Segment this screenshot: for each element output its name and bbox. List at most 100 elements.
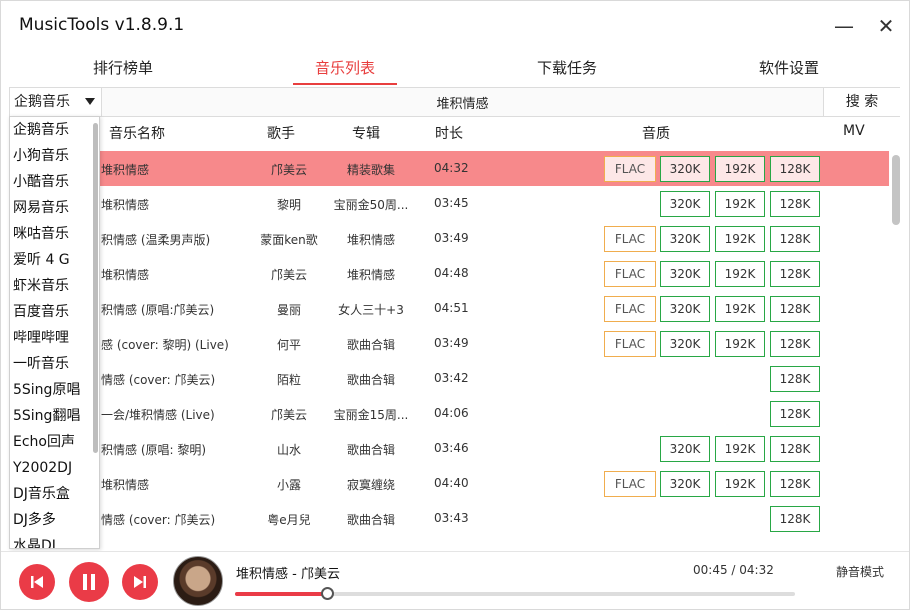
dropdown-option[interactable]: 百度音乐 — [10, 299, 99, 325]
dropdown-option[interactable]: 企鹅音乐 — [10, 117, 99, 143]
dropdown-option[interactable]: 网易音乐 — [10, 195, 99, 221]
quality-flac-button[interactable]: FLAC — [604, 261, 656, 287]
tab-charts[interactable]: 排行榜单 — [63, 53, 183, 85]
previous-button[interactable] — [19, 564, 55, 600]
quality-320k-button[interactable]: 320K — [660, 331, 710, 357]
quality-192k-button[interactable]: 192K — [715, 156, 765, 182]
mute-mode-toggle[interactable]: 静音模式 — [836, 563, 884, 580]
quality-320k-button[interactable]: 320K — [660, 226, 710, 252]
tab-settings[interactable]: 软件设置 — [729, 53, 849, 85]
playback-time: 00:45 / 04:32 — [693, 563, 774, 577]
minimize-icon[interactable]: — — [831, 13, 857, 39]
table-row[interactable]: 堆积情感邝美云精装歌集04:32FLAC320K192K128K — [9, 151, 889, 186]
quality-192k-button[interactable]: 192K — [715, 226, 765, 252]
search-input[interactable] — [103, 88, 822, 116]
song-album: 宝丽金50周... — [327, 196, 415, 213]
quality-128k-button[interactable]: 128K — [770, 296, 820, 322]
quality-flac-button[interactable]: FLAC — [604, 156, 656, 182]
song-duration: 04:06 — [434, 406, 478, 420]
pause-button[interactable] — [69, 562, 109, 602]
dropdown-option[interactable]: Echo回声 — [10, 429, 99, 455]
quality-320k-button[interactable]: 320K — [660, 261, 710, 287]
song-singer: 黎明 — [245, 196, 333, 213]
quality-320k-button[interactable]: 320K — [660, 436, 710, 462]
quality-flac-button[interactable]: FLAC — [604, 226, 656, 252]
dropdown-option[interactable]: 水晶DJ — [10, 533, 99, 549]
quality-192k-button[interactable]: 192K — [715, 261, 765, 287]
quality-128k-button[interactable]: 128K — [770, 331, 820, 357]
table-row[interactable]: 堆积情感邝美云堆积情感04:48FLAC320K192K128K — [9, 256, 889, 291]
quality-flac-button[interactable]: FLAC — [604, 331, 656, 357]
dropdown-option[interactable]: 小酷音乐 — [10, 169, 99, 195]
quality-192k-button[interactable]: 192K — [715, 471, 765, 497]
player-bar: 堆积情感 - 邝美云 00:45 / 04:32 静音模式 — [1, 551, 909, 609]
tab-downloads[interactable]: 下载任务 — [507, 53, 627, 85]
quality-192k-button[interactable]: 192K — [715, 296, 765, 322]
table-row[interactable]: 一会/堆积情感 (Live)邝美云宝丽金15周...04:06128K — [9, 396, 889, 431]
quality-128k-button[interactable]: 128K — [770, 261, 820, 287]
dropdown-option[interactable]: 爱听 4 G — [10, 247, 99, 273]
table-header: 音乐名称 歌手 专辑 时长 音质 MV — [9, 117, 889, 149]
quality-128k-button[interactable]: 128K — [770, 366, 820, 392]
dropdown-option[interactable]: 咪咕音乐 — [10, 221, 99, 247]
song-singer: 小露 — [245, 476, 333, 493]
dropdown-option[interactable]: 一听音乐 — [10, 351, 99, 377]
dropdown-option[interactable]: 哔哩哔哩 — [10, 325, 99, 351]
source-select[interactable]: 企鹅音乐 — [10, 88, 102, 116]
quality-320k-button[interactable]: 320K — [660, 471, 710, 497]
table-row[interactable]: 积情感 (原唱:邝美云)曼丽女人三十+304:51FLAC320K192K128… — [9, 291, 889, 326]
song-singer: 邝美云 — [245, 266, 333, 283]
progress-handle[interactable] — [321, 587, 334, 600]
quality-flac-button[interactable]: FLAC — [604, 296, 656, 322]
song-album: 精装歌集 — [327, 161, 415, 178]
dropdown-option[interactable]: 虾米音乐 — [10, 273, 99, 299]
song-name: 积情感 (温柔男声版) — [101, 231, 251, 248]
quality-128k-button[interactable]: 128K — [770, 506, 820, 532]
song-name: 堆积情感 — [101, 476, 251, 493]
search-button[interactable]: 搜 索 — [823, 88, 900, 116]
quality-128k-button[interactable]: 128K — [770, 471, 820, 497]
quality-128k-button[interactable]: 128K — [770, 191, 820, 217]
tab-music-list[interactable]: 音乐列表 — [293, 53, 397, 85]
table-row[interactable]: 情感 (cover: 邝美云)陌粒歌曲合辑03:42128K — [9, 361, 889, 396]
quality-320k-button[interactable]: 320K — [660, 191, 710, 217]
song-name: 一会/堆积情感 (Live) — [101, 406, 251, 423]
dropdown-option[interactable]: DJ多多 — [10, 507, 99, 533]
song-duration: 04:48 — [434, 266, 478, 280]
quality-128k-button[interactable]: 128K — [770, 226, 820, 252]
table-row[interactable]: 情感 (cover: 邝美云)粤e月兒歌曲合辑03:43128K — [9, 501, 889, 536]
table-scrollbar-thumb[interactable] — [892, 155, 900, 225]
quality-192k-button[interactable]: 192K — [715, 331, 765, 357]
song-singer: 陌粒 — [245, 371, 333, 388]
quality-192k-button[interactable]: 192K — [715, 191, 765, 217]
close-icon[interactable]: ✕ — [873, 13, 899, 39]
table-row[interactable]: 堆积情感黎明宝丽金50周...03:45320K192K128K — [9, 186, 889, 221]
album-cover — [173, 556, 223, 606]
progress-bar[interactable] — [235, 592, 795, 596]
next-button[interactable] — [122, 564, 158, 600]
dropdown-option[interactable]: DJ音乐盒 — [10, 481, 99, 507]
table-row[interactable]: 积情感 (原唱: 黎明)山水歌曲合辑03:46320K192K128K — [9, 431, 889, 466]
quality-192k-button[interactable]: 192K — [715, 436, 765, 462]
search-toolbar: 企鹅音乐 搜 索 — [9, 87, 900, 117]
pause-icon — [69, 562, 109, 602]
quality-128k-button[interactable]: 128K — [770, 401, 820, 427]
table-scrollbar[interactable] — [892, 151, 900, 543]
table-row[interactable]: 堆积情感小露寂寞缠绕04:40FLAC320K192K128K — [9, 466, 889, 501]
quality-320k-button[interactable]: 320K — [660, 156, 710, 182]
table-row[interactable]: 感 (cover: 黎明) (Live)何平歌曲合辑03:49FLAC320K1… — [9, 326, 889, 361]
dropdown-option[interactable]: Y2002DJ — [10, 455, 99, 481]
dropdown-option[interactable]: 小狗音乐 — [10, 143, 99, 169]
song-table: 音乐名称 歌手 专辑 时长 音质 MV 堆积情感邝美云精装歌集04:32FLAC… — [9, 117, 889, 549]
song-duration: 03:49 — [434, 336, 478, 350]
table-row[interactable]: 积情感 (温柔男声版)蒙面ken歌堆积情感03:49FLAC320K192K12… — [9, 221, 889, 256]
song-album: 歌曲合辑 — [327, 371, 415, 388]
song-album: 堆积情感 — [327, 231, 415, 248]
source-dropdown-list: 企鹅音乐小狗音乐小酷音乐网易音乐咪咕音乐爱听 4 G虾米音乐百度音乐哔哩哔哩一听… — [9, 116, 100, 549]
quality-flac-button[interactable]: FLAC — [604, 471, 656, 497]
dropdown-option[interactable]: 5Sing原唱 — [10, 377, 99, 403]
quality-128k-button[interactable]: 128K — [770, 156, 820, 182]
quality-128k-button[interactable]: 128K — [770, 436, 820, 462]
dropdown-option[interactable]: 5Sing翻唱 — [10, 403, 99, 429]
quality-320k-button[interactable]: 320K — [660, 296, 710, 322]
